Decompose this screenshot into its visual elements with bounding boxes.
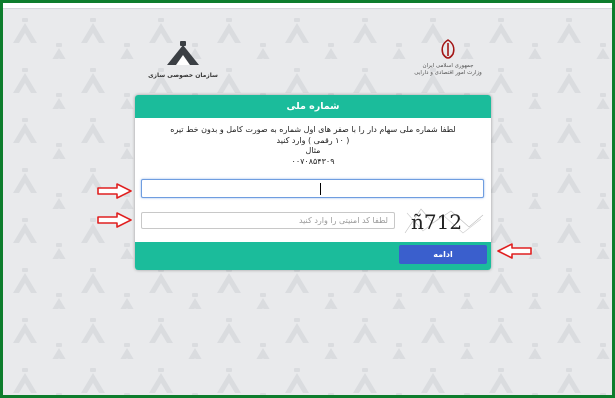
national-id-card: شماره ملی لطفا شماره ملی سهام دار را با … — [135, 95, 491, 270]
screenshot-frame: سازمان خصوصی سازی جمهوری اسلامی ایران وز… — [3, 3, 612, 395]
instruction-line-1: لطفا شماره ملی سهام دار را با صفر های او… — [170, 125, 456, 134]
captcha-image: ñ712 — [403, 205, 485, 237]
captcha-text: ñ712 — [411, 210, 462, 234]
example-label: مثال — [305, 146, 321, 155]
red-arrow-icon — [97, 212, 132, 228]
ministry-line-2: وزارت امور اقتصادی و دارایی — [414, 70, 482, 76]
red-arrow-icon — [97, 183, 132, 199]
card-title: شماره ملی — [135, 95, 491, 118]
captcha-input[interactable]: لطفا کد امنیتی را وارد کنید — [141, 212, 395, 229]
national-id-input[interactable] — [141, 179, 484, 198]
red-arrow-icon — [497, 243, 532, 259]
privatization-org-logo: سازمان خصوصی سازی — [148, 41, 218, 79]
ministry-line-1: جمهوری اسلامی ایران — [422, 63, 474, 69]
left-logo-caption: سازمان خصوصی سازی — [148, 72, 218, 79]
example-value: ۰۰۷۰۸۵۴۳۰۹ — [291, 156, 335, 166]
instruction-line-2: ( ۱۰ رقمی ) وارد کنید — [276, 135, 350, 145]
text-caret — [320, 183, 321, 195]
continue-button[interactable]: ادامه — [399, 245, 487, 264]
captcha-placeholder: لطفا کد امنیتی را وارد کنید — [298, 216, 388, 225]
privatization-org-logo-icon — [167, 41, 199, 65]
ministry-logo: جمهوری اسلامی ایران وزارت امور اقتصادی و… — [408, 39, 488, 77]
instructions: لطفا شماره ملی سهام دار را با صفر های او… — [145, 125, 481, 167]
iran-emblem-icon — [441, 39, 455, 59]
site-header: سازمان خصوصی سازی جمهوری اسلامی ایران وز… — [3, 3, 612, 91]
